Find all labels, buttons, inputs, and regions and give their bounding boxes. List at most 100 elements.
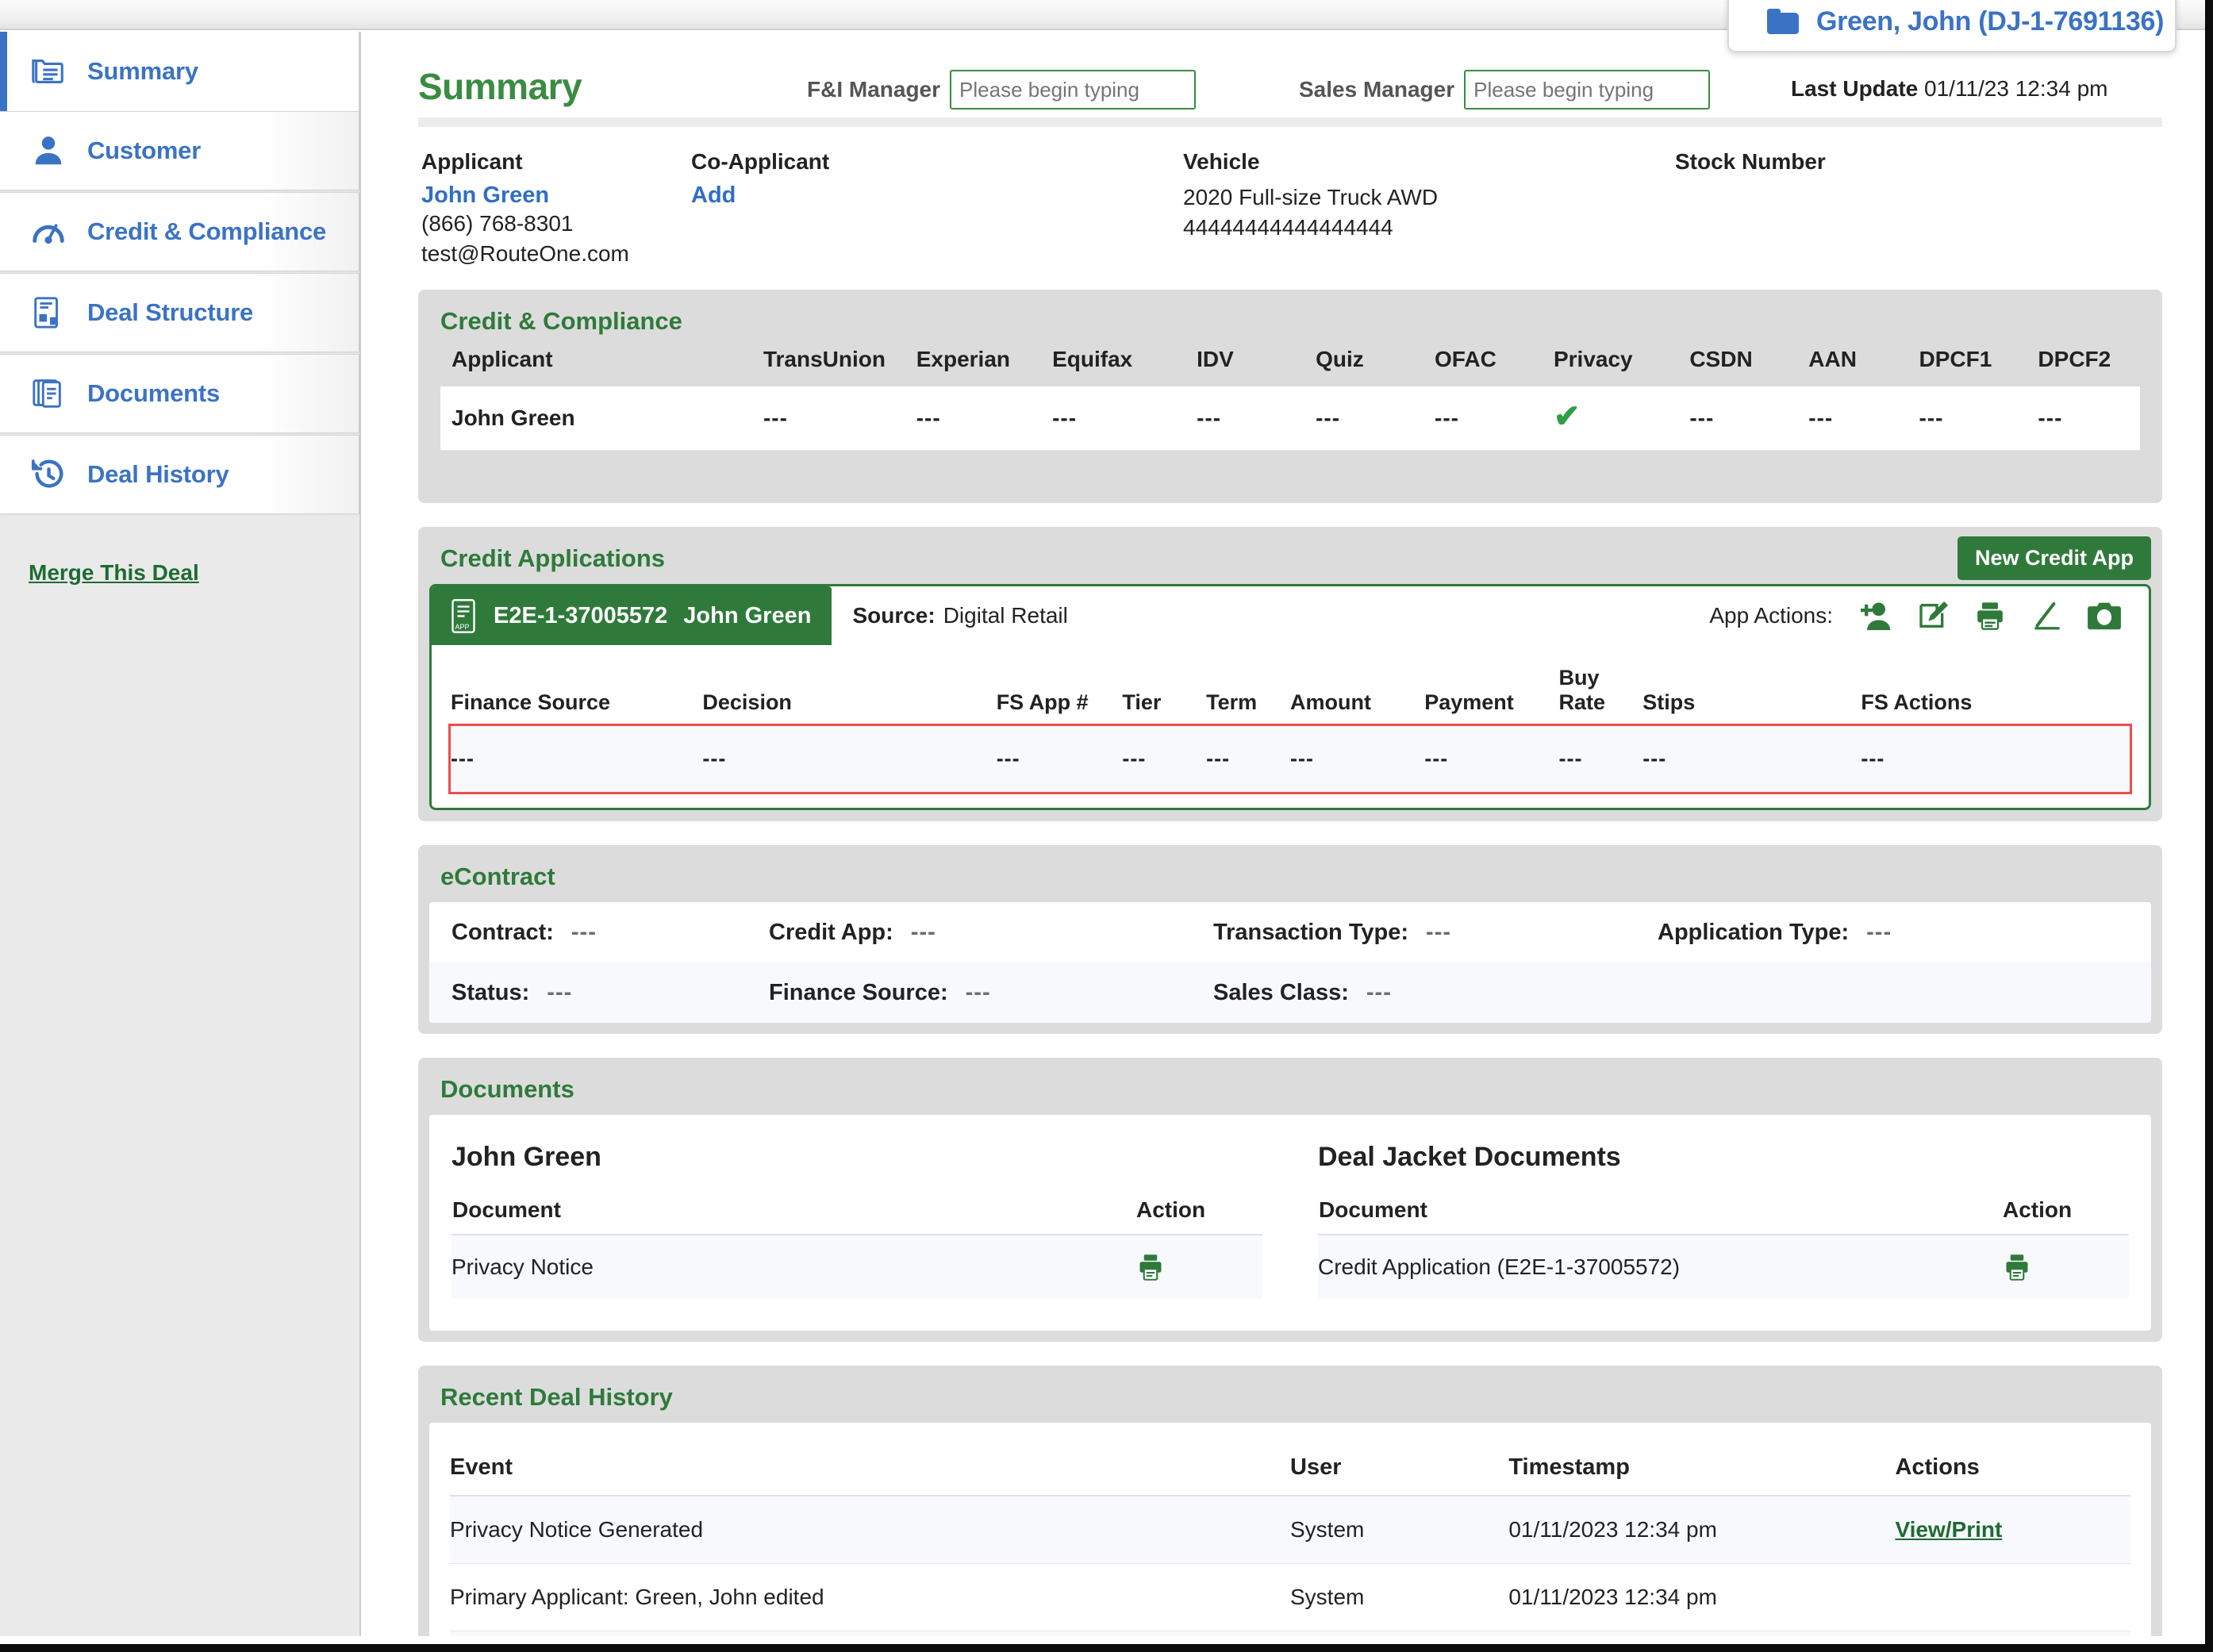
col-payment: Payment <box>1424 666 1559 727</box>
transaction-type-value: --- <box>1426 919 1452 945</box>
table-row: Credit Application (E2E-1-37005572) <box>1318 1235 2129 1300</box>
sales-manager-field: Sales Manager <box>1299 70 1791 109</box>
history-timestamp: 01/11/2023 12:34 pm <box>1508 1496 1896 1565</box>
col-user: User <box>1290 1443 1509 1497</box>
fs-payment: --- <box>1424 726 1559 793</box>
history-action: View/Print <box>1895 1496 2130 1565</box>
sales-manager-input[interactable] <box>1464 70 1711 109</box>
print-icon[interactable] <box>1135 1253 1262 1281</box>
sales-class-label: Sales Class: <box>1213 979 1349 1005</box>
header-divider <box>418 117 2162 127</box>
fs-decision: --- <box>702 726 997 793</box>
merge-deal-wrapper: Merge This Deal <box>0 516 359 586</box>
print-icon[interactable] <box>2002 1253 2129 1281</box>
sidebar-item-deal-history[interactable]: Deal History <box>0 435 359 514</box>
deal-jacket-documents-column: Deal Jacket Documents Document Action Cr… <box>1262 1142 2129 1300</box>
table-row: --- --- --- --- --- --- --- --- --- --- <box>448 724 2132 795</box>
deal-jacket-documents-heading: Deal Jacket Documents <box>1318 1142 1621 1173</box>
source-label: Source: <box>852 603 936 628</box>
sidebar-item-credit-compliance[interactable]: Credit & Compliance <box>0 192 359 271</box>
col-fs-app-num: FS App # <box>996 666 1123 727</box>
cc-privacy: ✔ <box>1553 386 1690 451</box>
fs-finance-source: --- <box>451 726 703 793</box>
applicant-documents-column: John Green Document Action Privacy Notic… <box>451 1142 1262 1300</box>
history-action: View/Print <box>1895 1631 2130 1636</box>
col-decision: Decision <box>702 666 997 727</box>
history-user: System <box>1290 1631 1509 1636</box>
document-name: Credit Application (E2E-1-37005572) <box>1318 1235 2002 1300</box>
sign-pen-icon[interactable] <box>2030 600 2065 632</box>
col-actions: Actions <box>1895 1443 2130 1497</box>
print-icon[interactable] <box>1973 600 2007 632</box>
vehicle-description: 2020 Full-size Truck AWD <box>1183 185 1439 209</box>
sidebar-item-summary[interactable]: Summary <box>0 32 359 111</box>
summary-folder-icon <box>30 53 67 90</box>
col-buy-rate: Buy Rate <box>1558 666 1643 727</box>
applicant-email: test@RouteOne.com <box>421 241 629 267</box>
econtract-row-2: Status: --- Finance Source: --- Sales Cl… <box>429 962 2151 1024</box>
table-header-row: Document Action <box>451 1197 1262 1236</box>
credit-compliance-title: Credit & Compliance <box>440 307 682 336</box>
table-header-row: Applicant TransUnion Experian Equifax ID… <box>440 347 2140 387</box>
edit-note-icon[interactable] <box>1915 600 1950 632</box>
col-applicant: Applicant <box>440 347 763 387</box>
col-finance-source: Finance Source <box>451 666 703 727</box>
col-privacy: Privacy <box>1553 347 1690 387</box>
history-action <box>1895 1563 2130 1632</box>
deal-history-table-wrap: Event User Timestamp Actions Privacy Not… <box>429 1423 2151 1636</box>
vehicle-block: Vehicle 2020 Full-size Truck AWD 4444444… <box>1183 149 1675 269</box>
sidebar-item-documents[interactable]: Documents <box>0 354 359 433</box>
deal-history-table: Event User Timestamp Actions Privacy Not… <box>450 1443 2130 1636</box>
fs-term: --- <box>1206 726 1290 793</box>
col-transunion: TransUnion <box>763 347 916 387</box>
cc-idv: --- <box>1197 386 1316 451</box>
merge-this-deal-link[interactable]: Merge This Deal <box>29 560 199 585</box>
document-action <box>2002 1235 2129 1300</box>
sidebar-item-deal-structure[interactable]: Deal Structure <box>0 273 359 352</box>
sidebar-item-label: Credit & Compliance <box>87 217 327 245</box>
credit-app-applicant: John Green <box>683 602 812 628</box>
sidebar-item-label: Deal History <box>87 460 229 488</box>
table-row: Deal DJ-1-7691136 created System 01/11/2… <box>450 1631 2130 1636</box>
credit-app-label: Credit App: <box>769 919 893 945</box>
fs-app-number: --- <box>996 726 1123 793</box>
econtract-status: Status: --- <box>451 980 769 1006</box>
col-aan: AAN <box>1808 347 1919 387</box>
credit-compliance-table: Applicant TransUnion Experian Equifax ID… <box>440 347 2140 451</box>
col-action: Action <box>2002 1197 2129 1236</box>
applicant-name-link[interactable]: John Green <box>421 182 691 209</box>
cc-applicant-name[interactable]: John Green <box>440 386 763 451</box>
col-fs-actions: FS Actions <box>1861 666 2130 727</box>
cc-quiz: --- <box>1316 386 1435 451</box>
sidebar-item-customer[interactable]: Customer <box>0 111 359 190</box>
credit-compliance-footer <box>429 451 2151 493</box>
credit-application-badge[interactable]: APP E2E-1-37005572 John Green <box>432 586 832 646</box>
deal-jacket-documents-table: Document Action Credit Application (E2E-… <box>1318 1197 2129 1300</box>
deal-tab[interactable]: Green, John (DJ-1-7691136) <box>1727 0 2177 52</box>
last-update: Last Update 01/11/23 12:34 pm <box>1791 76 2107 102</box>
col-dpcf1: DPCF1 <box>1919 347 2038 387</box>
econtract-contract: Contract: --- <box>451 920 769 946</box>
applicant-block: Applicant John Green (866) 768-8301 test… <box>421 149 691 269</box>
add-coapplicant-link[interactable]: Add <box>691 182 1183 209</box>
add-person-icon[interactable] <box>1858 600 1893 632</box>
col-term: Term <box>1206 666 1290 727</box>
last-update-value: 01/11/23 12:34 pm <box>1924 76 2108 101</box>
documents-title: Documents <box>440 1075 574 1104</box>
col-tier: Tier <box>1122 666 1207 727</box>
main-content: Summary F&I Manager Sales Manager Last U… <box>363 32 2197 1636</box>
camera-icon[interactable] <box>2087 600 2122 632</box>
document-action <box>1135 1235 1262 1300</box>
sidebar: Summary Customer Credit & Compliance Dea… <box>0 32 361 1636</box>
fi-manager-input[interactable] <box>950 70 1197 109</box>
coapplicant-label: Co-Applicant <box>691 149 830 174</box>
new-credit-app-button[interactable]: New Credit App <box>1957 536 2151 581</box>
history-clock-icon <box>30 456 67 493</box>
deal-history-title: Recent Deal History <box>440 1383 673 1412</box>
svg-text:APP: APP <box>455 623 470 631</box>
deal-info-grid: Applicant John Green (866) 768-8301 test… <box>418 127 2162 290</box>
table-row: Privacy Notice Generated System 01/11/20… <box>450 1496 2130 1565</box>
document-name: Privacy Notice <box>451 1235 1135 1300</box>
applicant-documents-heading: John Green <box>451 1142 601 1173</box>
view-print-link[interactable]: View/Print <box>1895 1517 2002 1542</box>
